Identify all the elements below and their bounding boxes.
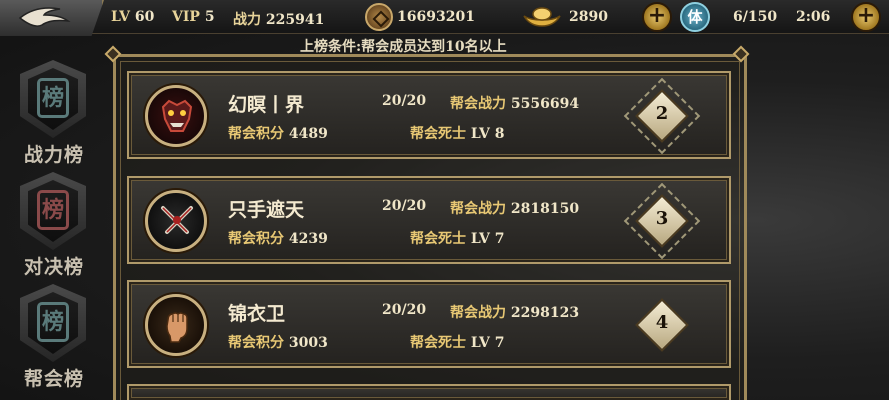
ranking-seal-icon: 榜 <box>37 78 69 118</box>
back-button[interactable] <box>0 0 104 36</box>
guild-members: 20/20 <box>382 198 427 214</box>
guild-power: 帮会战力 2818150 <box>450 198 579 218</box>
ranking-seal-icon: 榜 <box>37 190 69 230</box>
guild-score-label: 帮会积分 <box>228 126 284 142</box>
ingot-count: 2890 <box>569 9 608 25</box>
crossed-swords-icon <box>145 190 207 252</box>
tab-power-ranking[interactable]: 榜 战力榜 <box>10 60 98 170</box>
guild-power: 帮会战力 5556694 <box>450 93 579 113</box>
guild-death-soldier-level: 帮会死士 LV 8 <box>410 123 505 143</box>
death-soldier-label: 帮会死士 <box>410 126 466 142</box>
player-level: LV 60 <box>111 9 154 25</box>
vip-level: VIP 5 <box>172 9 215 25</box>
stamina-icon: 体 <box>680 2 710 32</box>
guild-power-label: 帮会战力 <box>450 201 506 217</box>
guild-row[interactable]: 幻瞑丨界 20/20 帮会战力 5556694 帮会积分 4489 帮会死士 L… <box>127 71 731 159</box>
tab-label: 帮会榜 <box>23 368 84 390</box>
gold-ingot-icon <box>523 7 561 27</box>
top-status-bar: LV 60 VIP 5 战力 225941 16693201 2890 + 体 … <box>0 0 889 36</box>
guild-name: 幻瞑丨界 <box>228 94 305 116</box>
rank-number: 2 <box>655 103 669 124</box>
rank-badge: 2 <box>623 77 701 155</box>
guild-score-value: 4239 <box>288 231 328 247</box>
guild-death-soldier-level: 帮会死士 LV 7 <box>410 332 505 352</box>
back-arrow-icon <box>18 7 71 27</box>
guild-row[interactable]: 只手遮天 20/20 帮会战力 2818150 帮会积分 4239 帮会死士 L… <box>127 176 731 264</box>
death-soldier-level-value: 7 <box>494 231 505 247</box>
death-soldier-label: 帮会死士 <box>410 335 466 351</box>
guild-score-value: 3003 <box>288 335 328 351</box>
vip-value: 5 <box>204 9 215 25</box>
rank-number: 3 <box>655 208 669 229</box>
raised-fist-icon <box>145 294 207 356</box>
guild-power-label: 帮会战力 <box>450 96 506 112</box>
guild-score-label: 帮会积分 <box>228 335 284 351</box>
guild-members: 20/20 <box>382 302 427 318</box>
add-ingot-button[interactable]: + <box>642 2 672 32</box>
tab-duel-ranking[interactable]: 榜 对决榜 <box>10 172 98 282</box>
tab-label: 对决榜 <box>23 256 84 278</box>
guild-score: 帮会积分 3003 <box>228 332 328 352</box>
guild-power-value: 5556694 <box>510 96 580 112</box>
demon-mask-icon <box>145 85 207 147</box>
ranking-seal-icon: 榜 <box>37 302 69 342</box>
level-label: LV <box>111 9 131 25</box>
power-value: 225941 <box>265 12 325 28</box>
power-label: 战力 <box>233 12 261 28</box>
ranking-condition-text: 上榜条件:帮会成员达到10名以上 <box>300 39 507 55</box>
lv-label: LV <box>470 335 490 351</box>
guild-power: 帮会战力 2298123 <box>450 302 579 322</box>
guild-members: 20/20 <box>382 93 427 109</box>
death-soldier-level-value: 8 <box>494 126 505 142</box>
copper-coin-icon <box>365 3 393 31</box>
player-power: 战力 225941 <box>233 9 324 29</box>
level-value: 60 <box>134 9 155 25</box>
lv-label: LV <box>470 231 490 247</box>
add-stamina-button[interactable]: + <box>851 2 881 32</box>
rank-number: 4 <box>655 312 669 333</box>
guild-score: 帮会积分 4489 <box>228 123 328 143</box>
stamina-timer: 2:06 <box>796 9 831 25</box>
rank-badge: 3 <box>623 182 701 260</box>
guild-score-label: 帮会积分 <box>228 231 284 247</box>
vip-label: VIP <box>172 9 200 25</box>
guild-death-soldier-level: 帮会死士 LV 7 <box>410 228 505 248</box>
guild-name: 只手遮天 <box>228 199 305 221</box>
coin-count: 16693201 <box>397 9 475 25</box>
guild-name: 锦衣卫 <box>228 303 286 325</box>
tab-label: 战力榜 <box>23 144 84 166</box>
guild-row-partial[interactable] <box>127 384 731 400</box>
tab-guild-ranking[interactable]: 榜 帮会榜 <box>10 284 98 394</box>
guild-row[interactable]: 锦衣卫 20/20 帮会战力 2298123 帮会积分 3003 帮会死士 LV… <box>127 280 731 368</box>
rank-badge: 4 <box>629 292 695 358</box>
guild-score: 帮会积分 4239 <box>228 228 328 248</box>
lv-label: LV <box>470 126 490 142</box>
stamina-count: 6/150 <box>733 9 778 25</box>
guild-power-label: 帮会战力 <box>450 305 506 321</box>
guild-power-value: 2298123 <box>510 305 580 321</box>
guild-power-value: 2818150 <box>510 201 580 217</box>
death-soldier-level-value: 7 <box>494 335 505 351</box>
death-soldier-label: 帮会死士 <box>410 231 466 247</box>
guild-score-value: 4489 <box>288 126 328 142</box>
